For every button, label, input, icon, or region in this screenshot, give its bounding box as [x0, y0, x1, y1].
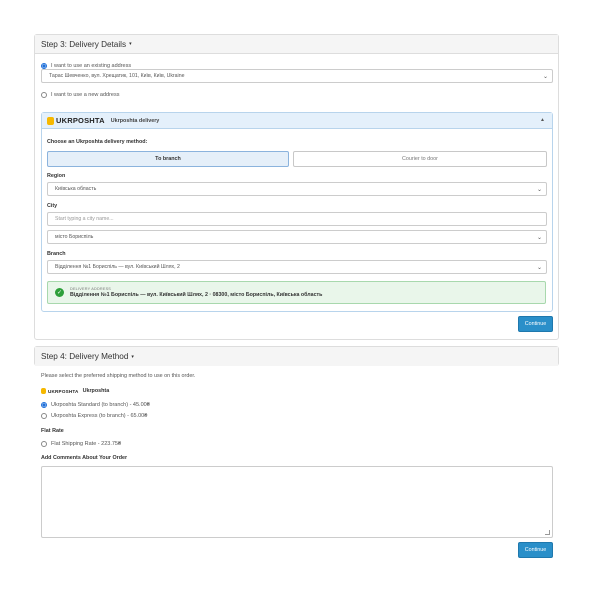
new-address-radio[interactable]: [41, 92, 47, 98]
express-label: Ukrposhta Express (to branch) - 65.00₴: [51, 413, 148, 419]
step4-continue-button[interactable]: Continue: [518, 542, 553, 558]
ukrposhta-logo-icon: [47, 116, 54, 125]
ukrposhta-group-heading: UKRPOSHTA Ukrposhta: [41, 388, 109, 394]
region-select[interactable]: Київська область ⌄: [47, 182, 547, 196]
delivery-address-confirmation: ✓ DELIVERY ADDRESS Відділення №1 Бориспі…: [47, 281, 546, 304]
ukrposhta-logo-icon: [41, 388, 46, 394]
ukrposhta-logo: UKRPOSHTA: [47, 116, 105, 125]
delivery-address-label: DELIVERY ADDRESS: [70, 287, 112, 291]
step4-title: Step 4: Delivery Method: [41, 352, 129, 361]
shipping-option-flat[interactable]: Flat Shipping Rate - 223.75₴: [41, 441, 121, 447]
shipping-intro: Please select the preferred shipping met…: [41, 373, 196, 379]
caret-down-icon: ▾: [131, 353, 134, 360]
ukrposhta-logo-text: UKRPOSHTA: [48, 388, 79, 394]
ukrposhta-logo-small: UKRPOSHTA: [41, 388, 79, 394]
ukrposhta-title: Ukrposhta delivery: [110, 117, 160, 124]
step3-title: Step 3: Delivery Details: [41, 39, 127, 49]
ukrposhta-header[interactable]: UKRPOSHTA Ukrposhta delivery ▲: [42, 113, 552, 129]
caret-down-icon: ▾: [129, 41, 132, 47]
region-label: Region: [47, 173, 66, 179]
step4-header[interactable]: Step 4: Delivery Method ▾: [35, 347, 558, 366]
region-value: Київська область: [55, 186, 97, 192]
chevron-down-icon: ⌄: [542, 74, 548, 80]
new-address-option[interactable]: I want to use a new address: [41, 92, 119, 98]
comments-textarea[interactable]: [41, 466, 553, 538]
city-label: City: [47, 203, 58, 209]
shipping-option-standard[interactable]: Ukrposhta Standard (to branch) - 45.00₴: [41, 402, 150, 408]
ukrposhta-group-label: Ukrposhta: [82, 388, 110, 394]
city-value: місто Бориспіль: [55, 234, 94, 240]
standard-label: Ukrposhta Standard (to branch) - 45.00₴: [51, 402, 150, 408]
branch-value: Відділення №1 Бориспіль — вул. Київський…: [55, 264, 180, 270]
existing-address-value: Тарас Шевченко, вул. Хрещатик, 101, Київ…: [49, 73, 185, 79]
branch-select[interactable]: Відділення №1 Бориспіль — вул. Київський…: [47, 260, 547, 274]
delivery-address-text: Відділення №1 Бориспіль — вул. Київський…: [70, 292, 323, 298]
standard-radio[interactable]: [41, 402, 47, 408]
flat-radio[interactable]: [41, 441, 47, 447]
flat-label: Flat Shipping Rate - 223.75₴: [51, 441, 122, 447]
step3-continue-button[interactable]: Continue: [518, 316, 553, 332]
new-address-label: I want to use a new address: [51, 92, 120, 98]
to-branch-button[interactable]: To branch: [47, 151, 289, 167]
delivery-method-label: Choose an Ukrposhta delivery method:: [47, 139, 148, 145]
resize-grip-icon[interactable]: [545, 530, 550, 535]
delivery-address-block: DELIVERY ADDRESS Відділення №1 Бориспіль…: [70, 287, 322, 298]
check-circle-icon: ✓: [55, 288, 64, 297]
city-select[interactable]: місто Бориспіль ⌄: [47, 230, 547, 244]
chevron-down-icon: ⌄: [536, 235, 542, 241]
express-radio[interactable]: [41, 413, 47, 419]
courier-to-door-button[interactable]: Courier to door: [293, 151, 547, 167]
chevron-up-icon[interactable]: ▲: [540, 117, 545, 123]
ukrposhta-logo-text: UKRPOSHTA: [56, 116, 105, 125]
shipping-option-express[interactable]: Ukrposhta Express (to branch) - 65.00₴: [41, 413, 147, 419]
step3-header[interactable]: Step 3: Delivery Details ▾: [35, 35, 558, 54]
step4-panel: Step 4: Delivery Method ▾: [34, 346, 559, 366]
existing-address-select[interactable]: Тарас Шевченко, вул. Хрещатик, 101, Київ…: [41, 69, 553, 83]
chevron-down-icon: ⌄: [536, 187, 542, 193]
flat-rate-heading: Flat Rate: [41, 428, 64, 434]
city-search-input[interactable]: Start typing a city name...: [47, 212, 547, 226]
branch-label: Branch: [47, 251, 66, 257]
comments-label: Add Comments About Your Order: [41, 455, 128, 461]
chevron-down-icon: ⌄: [536, 265, 542, 271]
